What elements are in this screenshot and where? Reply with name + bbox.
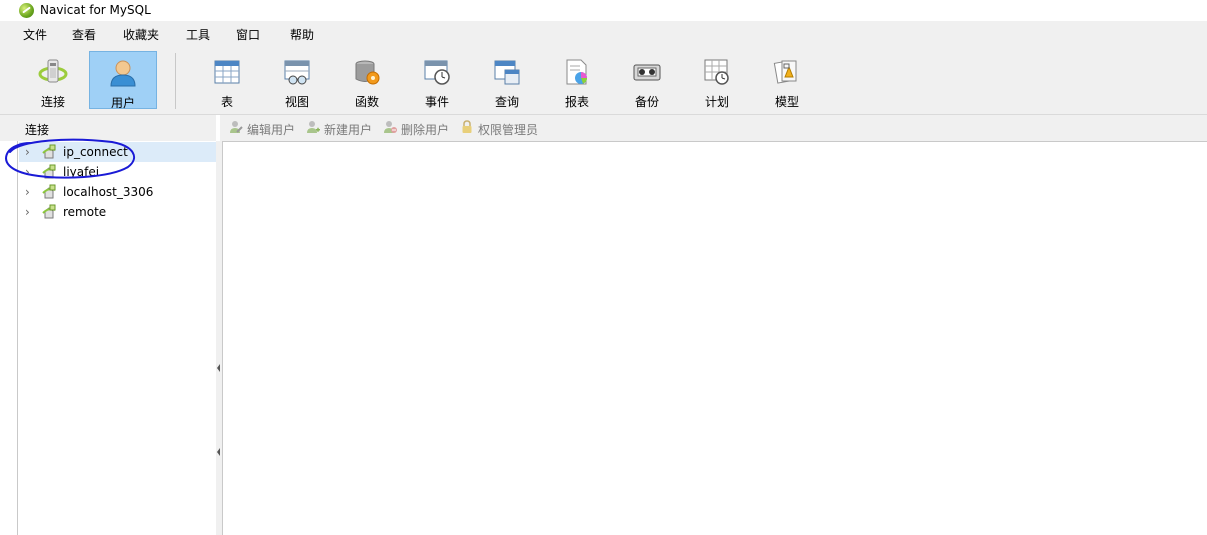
menu-help[interactable]: 帮助	[290, 26, 314, 43]
query-icon	[494, 60, 520, 85]
edit-user-button[interactable]: 编辑用户	[247, 121, 295, 138]
connection-label: localhost_3306	[63, 185, 154, 199]
schedule-button[interactable]: 计划	[683, 51, 751, 109]
event-button[interactable]: 事件	[403, 51, 471, 109]
navicat-logo-icon	[19, 3, 34, 18]
lock-icon	[462, 120, 472, 133]
main-toolbar: 连接 用户 表 视图 函数 事件 查询 报表 备份 计划 模型	[0, 47, 1207, 115]
connection-label: liyafei	[63, 165, 100, 179]
chevron-right-icon[interactable]: ›	[25, 205, 30, 219]
connection-button[interactable]: 连接	[19, 51, 87, 109]
connection-item-liyafei[interactable]: › liyafei	[19, 162, 216, 182]
chevron-right-icon[interactable]: ›	[25, 185, 30, 199]
collapse-left-arrow-icon[interactable]	[217, 364, 221, 372]
user-button[interactable]: 用户	[89, 51, 157, 110]
new-user-icon	[307, 121, 320, 133]
new-user-button[interactable]: 新建用户	[324, 121, 372, 138]
user-list-panel[interactable]	[222, 141, 1207, 535]
user-icon	[110, 60, 136, 87]
toolbar-label: 视图	[284, 95, 309, 109]
toolbar-separator	[175, 53, 176, 109]
edit-user-icon	[230, 121, 243, 133]
toolbar-label: 事件	[424, 95, 449, 109]
menu-favorites[interactable]: 收藏夹	[123, 26, 159, 43]
toolbar-label: 连接	[40, 95, 65, 109]
connection-panel-title: 连接	[25, 123, 50, 137]
table-button[interactable]: 表	[193, 51, 261, 109]
backup-tape-icon	[633, 64, 661, 81]
connection-item-remote[interactable]: › remote	[19, 202, 216, 222]
menu-file[interactable]: 文件	[23, 26, 47, 43]
chevron-right-icon[interactable]: ›	[25, 165, 30, 179]
mysql-connection-icon	[42, 184, 56, 199]
menu-bar: 文件 查看 收藏夹 工具 窗口 帮助	[0, 21, 1207, 47]
model-button[interactable]: 模型	[753, 51, 821, 109]
view-icon	[284, 60, 310, 85]
table-icon	[214, 60, 240, 84]
toolbar-label: 报表	[564, 95, 589, 109]
model-icon	[773, 60, 797, 84]
privilege-manager-button[interactable]: 权限管理员	[478, 121, 538, 138]
connection-label: remote	[63, 205, 107, 219]
title-bar: Navicat for MySQL	[0, 0, 1207, 21]
window-title: Navicat for MySQL	[40, 3, 151, 17]
menu-tools[interactable]: 工具	[186, 26, 210, 43]
connection-item-localhost-3306[interactable]: › localhost_3306	[19, 182, 216, 202]
mysql-connection-icon	[42, 204, 56, 219]
function-icon	[355, 60, 380, 85]
connection-panel-header: 连接	[0, 115, 216, 141]
toolbar-label: 模型	[774, 95, 799, 109]
collapse-left-arrow-icon[interactable]	[217, 448, 221, 456]
toolbar-label: 备份	[634, 95, 659, 109]
connection-label: ip_connect	[63, 145, 128, 159]
toolbar-label: 表	[220, 95, 233, 109]
toolbar-label: 查询	[494, 95, 519, 109]
toolbar-label: 函数	[354, 95, 379, 109]
connection-tree: › ip_connect › liyafei › localhost_3306 …	[17, 141, 217, 535]
toolbar-label: 计划	[704, 95, 729, 109]
connection-plug-icon	[38, 59, 68, 83]
report-icon	[566, 59, 587, 85]
delete-user-button[interactable]: 删除用户	[401, 121, 449, 138]
view-button[interactable]: 视图	[263, 51, 331, 109]
toolbar-label: 用户	[110, 96, 135, 110]
event-clock-icon	[424, 60, 450, 85]
chevron-right-icon[interactable]: ›	[25, 145, 30, 159]
mysql-connection-icon	[42, 144, 56, 159]
report-button[interactable]: 报表	[543, 51, 611, 109]
menu-window[interactable]: 窗口	[236, 26, 260, 43]
schedule-icon	[704, 59, 729, 85]
function-button[interactable]: 函数	[333, 51, 401, 109]
connection-item-ip-connect[interactable]: › ip_connect	[19, 142, 216, 162]
mysql-connection-icon	[42, 164, 56, 179]
delete-user-icon	[384, 121, 397, 133]
query-button[interactable]: 查询	[473, 51, 541, 109]
menu-view[interactable]: 查看	[72, 26, 96, 43]
backup-button[interactable]: 备份	[613, 51, 681, 109]
user-toolbar: 编辑用户 新建用户 删除用户 权限管理员	[220, 115, 1207, 141]
